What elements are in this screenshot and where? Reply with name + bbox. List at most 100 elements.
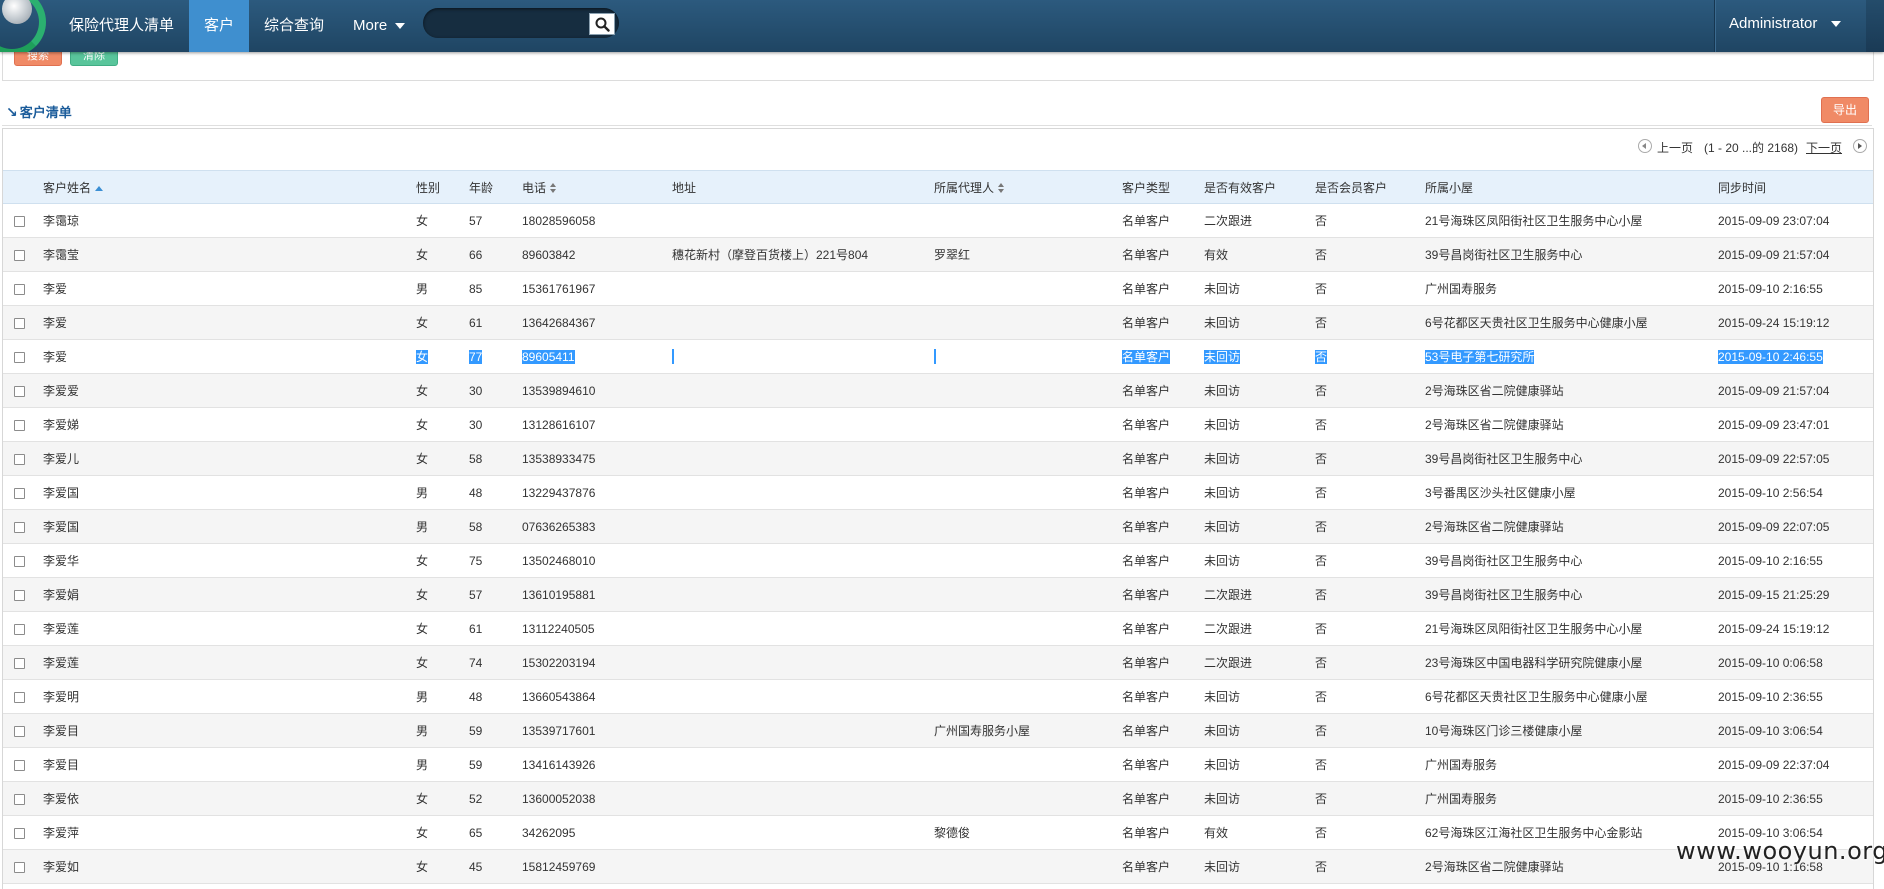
export-button[interactable]: 导出: [1821, 97, 1869, 123]
row-checkbox[interactable]: [14, 793, 25, 805]
row-checkbox[interactable]: [14, 249, 25, 261]
row-checkbox[interactable]: [14, 589, 25, 601]
nav-search-input[interactable]: [437, 12, 591, 36]
row-checkbox[interactable]: [14, 521, 25, 533]
header-address[interactable]: 地址: [672, 170, 934, 204]
header-phone[interactable]: 电话: [522, 170, 672, 204]
cell-phone-text: 13229437876: [522, 485, 596, 500]
header-sex[interactable]: 性别: [416, 170, 469, 204]
row-checkbox[interactable]: [14, 487, 25, 499]
search-button[interactable]: [589, 13, 615, 35]
table-row[interactable]: 李爱目 男 59 13539717601 广州国寿服务小屋 名单客户 未回访 否 10号海珠区门…: [3, 713, 1873, 748]
table-row[interactable]: 李爱如女 45 15812459769 名单客户 未回访否 2号海珠区省二院健康驿站 201…: [3, 849, 1873, 884]
row-checkbox[interactable]: [14, 351, 25, 363]
cell-name[interactable]: 李爱如: [43, 850, 416, 884]
table-row[interactable]: 李爱萍 女 65 34262095 黎德俊 名单客户 有效 否 62号海珠区江海社区卫生服务中心…: [3, 815, 1873, 850]
table-row[interactable]: 李爱 女 77 89605411 名单客户 未回访 否 53号电子第七研究所 2015-09-1…: [3, 339, 1873, 374]
table-row[interactable]: 李爱莲 女 61 13112240505 名单客户 二次跟进 否 21号海珠区凤阳街社区卫生服…: [3, 611, 1873, 646]
cell-name[interactable]: 李爱: [43, 272, 416, 306]
cell-name[interactable]: 李爱娟: [43, 578, 416, 612]
cell-name[interactable]: 李爱依: [43, 782, 416, 816]
nav-more-menu[interactable]: More: [353, 0, 406, 52]
header-name[interactable]: 客户姓名: [43, 170, 416, 204]
table-row[interactable]: 李爱目 男 59 13416143926 名单客户 未回访 否 广州国寿服务 2015-09-0…: [3, 747, 1873, 782]
cell-name[interactable]: 李爱明: [43, 680, 416, 714]
row-checkbox[interactable]: [14, 215, 25, 227]
table-row[interactable]: 李爱 男 85 15361761967 名单客户 未回访 否 广州国寿服务 2015-09-10…: [3, 271, 1873, 306]
header-type[interactable]: 客户类型: [1122, 170, 1204, 204]
cell-name[interactable]: 李爱萍: [43, 816, 416, 850]
table-row[interactable]: 李爱 女 61 13642684367 名单客户 未回访 否 6号花都区天贵社区卫生服务中心健…: [3, 305, 1873, 340]
user-menu[interactable]: Administrator: [1729, 0, 1842, 52]
prev-page-icon[interactable]: [1638, 139, 1652, 153]
cell-name[interactable]: 李爱国: [43, 510, 416, 544]
cell-age-text: 66: [469, 247, 483, 262]
cell-sex: 男: [416, 714, 469, 748]
table-row[interactable]: 李爱华 女 75 13502468010 名单客户 未回访 否 39号昌岗街社区卫生服务中心 2…: [3, 543, 1873, 578]
cell-name[interactable]: 李爱莲: [43, 612, 416, 646]
cell-name[interactable]: 李爱儿: [43, 442, 416, 476]
cell-name[interactable]: 李爱: [43, 340, 416, 374]
table-row[interactable]: 李爱国 男 58 07636265383 名单客户 未回访 否 2号海珠区省二院健康驿站 201…: [3, 509, 1873, 544]
cell-house-text: 53号电子第七研究所: [1425, 350, 1535, 364]
row-checkbox[interactable]: [14, 385, 25, 397]
table-row[interactable]: 李霭莹 女 66 89603842 穗花新村（摩登百货楼上）221号804 罗翠红 名单客户…: [3, 237, 1873, 272]
row-checkbox[interactable]: [14, 283, 25, 295]
cell-name[interactable]: 李爱目: [43, 748, 416, 782]
cell-phone: 13610195881: [522, 578, 672, 612]
table-row[interactable]: 李爱依 女 52 13600052038 名单客户 未回访 否 广州国寿服务 2015-09-1…: [3, 781, 1873, 816]
header-age[interactable]: 年龄: [469, 170, 522, 204]
next-page-icon[interactable]: [1853, 139, 1867, 153]
row-checkbox[interactable]: [14, 861, 25, 873]
cell-age: 77: [469, 340, 522, 374]
nav-app-title[interactable]: 保险代理人清单: [69, 0, 174, 52]
nav-tab-query[interactable]: 综合查询: [264, 0, 324, 52]
cell-name-text: 李爱莲: [43, 622, 80, 636]
next-page-link[interactable]: 下一页: [1806, 139, 1842, 156]
row-checkbox[interactable]: [14, 453, 25, 465]
table-row[interactable]: 李爱国 男 48 13229437876 名单客户 未回访 否 3号番禺区沙头社区健康小屋 20…: [3, 475, 1873, 510]
cell-phone: 13416143926: [522, 748, 672, 782]
row-checkbox[interactable]: [14, 759, 25, 771]
cell-name[interactable]: 李爱华: [43, 544, 416, 578]
header-sync-time[interactable]: 同步时间: [1718, 170, 1873, 204]
cell-name[interactable]: 李爱: [43, 306, 416, 340]
table-row[interactable]: 李爱娣 女 30 13128616107 名单客户 未回访 否 2号海珠区省二院健康驿站 201…: [3, 407, 1873, 442]
cell-name[interactable]: 李霭琼: [43, 204, 416, 238]
table-row[interactable]: 李爱明 男 48 13660543864 名单客户 未回访 否 6号花都区天贵社区卫生服务中心…: [3, 679, 1873, 714]
table-row[interactable]: 李爱娟 女 57 13610195881 名单客户 二次跟进 否 39号昌岗街社区卫生服务中心…: [3, 577, 1873, 612]
cell-address: [672, 782, 934, 816]
cell-name[interactable]: 李爱娣: [43, 408, 416, 442]
row-checkbox[interactable]: [14, 691, 25, 703]
cell-name[interactable]: 李爱爱: [43, 374, 416, 408]
row-checkbox[interactable]: [14, 725, 25, 737]
cell-sync-time-text: 2015-09-09 22:07:05: [1718, 519, 1830, 534]
header-house[interactable]: 所属小屋: [1425, 170, 1718, 204]
table-row[interactable]: 李霭琼 女 57 18028596058 名单客户 二次跟进 否 21号海珠区凤阳街社区卫生服…: [3, 203, 1873, 238]
row-checkbox[interactable]: [14, 827, 25, 839]
row-checkbox[interactable]: [14, 419, 25, 431]
row-checkbox[interactable]: [14, 623, 25, 635]
header-member[interactable]: 是否会员客户: [1315, 170, 1425, 204]
row-select-cell: [3, 442, 43, 476]
cell-sync-time: 2015-09-09 23:07:04: [1718, 204, 1873, 238]
cell-name[interactable]: 李爱国: [43, 476, 416, 510]
header-valid[interactable]: 是否有效客户: [1204, 170, 1315, 204]
prev-page-link[interactable]: 上一页: [1657, 139, 1693, 156]
cell-sync-time: 2015-09-10 2:36:55: [1718, 782, 1873, 816]
row-checkbox[interactable]: [14, 657, 25, 669]
table-row[interactable]: 李爱儿 女 58 13538933475 名单客户 未回访 否 39号昌岗街社区卫生服务中心 2…: [3, 441, 1873, 476]
header-agent[interactable]: 所属代理人: [934, 170, 1122, 204]
cell-name[interactable]: 李爱莲: [43, 646, 416, 680]
row-checkbox[interactable]: [14, 317, 25, 329]
scrollbar-track[interactable]: [1866, 0, 1884, 52]
row-checkbox[interactable]: [14, 555, 25, 567]
list-title[interactable]: ↘ 客户清单: [6, 102, 72, 121]
table-row[interactable]: 李爱爱 女 30 13539894610 名单客户 未回访 否 2号海珠区省二院健康驿站 201…: [3, 373, 1873, 408]
cell-name[interactable]: 李霭莹: [43, 238, 416, 272]
nav-tab-customers[interactable]: 客户: [189, 0, 249, 52]
table-row[interactable]: 李爱莲 女 74 15302203194 名单客户 二次跟进 否 23号海珠区中国电器科学研究…: [3, 645, 1873, 680]
cell-type-text: 名单客户: [1122, 792, 1171, 806]
app-logo[interactable]: [0, 0, 48, 52]
cell-name[interactable]: 李爱目: [43, 714, 416, 748]
